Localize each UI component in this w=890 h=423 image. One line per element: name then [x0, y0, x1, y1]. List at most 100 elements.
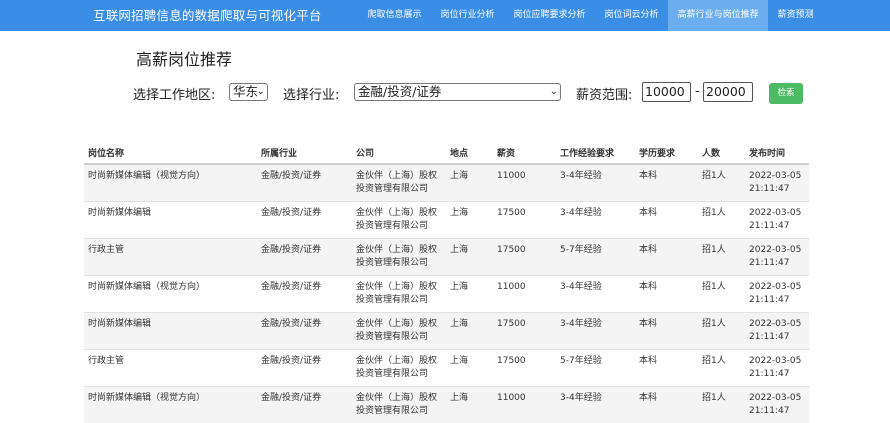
cell-education: 本科	[635, 385, 698, 423]
cell-industry: 金融/投资/证券	[257, 200, 352, 238]
cell-industry: 金融/投资/证券	[257, 385, 352, 423]
cell-publish-time: 2022-03-05 21:11:47	[745, 200, 809, 238]
cell-headcount: 招1人	[698, 311, 745, 349]
cell-publish-time: 2022-03-05 21:11:47	[745, 237, 809, 275]
salary-min-input[interactable]: 10000	[642, 82, 691, 102]
cell-headcount: 招1人	[698, 163, 745, 201]
cell-headcount: 招1人	[698, 385, 745, 423]
cell-location: 上海	[446, 274, 493, 312]
cell-salary: 11000	[493, 385, 556, 423]
cell-publish-time: 2022-03-05 21:11:47	[745, 163, 809, 201]
table-row: 时尚新媒体编辑（视觉方向） 金融/投资/证券 金伙伴（上海）股权投资管理有限公司…	[84, 385, 809, 423]
cell-headcount: 招1人	[698, 274, 745, 312]
header-headcount: 人数	[698, 142, 745, 165]
nav-item-high-salary[interactable]: 高薪行业与岗位推荐	[668, 0, 769, 31]
cell-location: 上海	[446, 385, 493, 423]
cell-job-title: 时尚新媒体编辑（视觉方向）	[84, 163, 257, 201]
cell-experience: 5-7年经验	[556, 348, 635, 386]
cell-experience: 3-4年经验	[556, 311, 635, 349]
cell-experience: 3-4年经验	[556, 274, 635, 312]
cell-location: 上海	[446, 348, 493, 386]
cell-company: 金伙伴（上海）股权投资管理有限公司	[352, 237, 446, 275]
table-row: 时尚新媒体编辑（视觉方向） 金融/投资/证券 金伙伴（上海）股权投资管理有限公司…	[84, 163, 809, 201]
header-experience: 工作经验要求	[556, 142, 635, 165]
table-row: 行政主管 金融/投资/证券 金伙伴（上海）股权投资管理有限公司 上海 17500…	[84, 237, 809, 275]
cell-publish-time: 2022-03-05 21:11:47	[745, 385, 809, 423]
industry-select[interactable]: 金融/投资/证券 ⌄	[354, 83, 561, 101]
table-header-row: 岗位名称 所属行业 公司 地点 薪资 工作经验要求 学历要求 人数 发布时间	[84, 142, 809, 165]
cell-education: 本科	[635, 237, 698, 275]
cell-experience: 3-4年经验	[556, 163, 635, 201]
cell-company: 金伙伴（上海）股权投资管理有限公司	[352, 163, 446, 201]
cell-job-title: 时尚新媒体编辑	[84, 311, 257, 349]
region-label: 选择工作地区:	[133, 88, 216, 103]
cell-publish-time: 2022-03-05 21:11:47	[745, 274, 809, 312]
nav-item-crawl-info[interactable]: 爬取信息展示	[358, 0, 431, 31]
cell-location: 上海	[446, 311, 493, 349]
header-salary: 薪资	[493, 142, 556, 165]
chevron-down-icon: ⌄	[256, 86, 265, 97]
cell-job-title: 时尚新媒体编辑	[84, 200, 257, 238]
nav-item-requirement-analysis[interactable]: 岗位应聘要求分析	[504, 0, 595, 31]
cell-location: 上海	[446, 237, 493, 275]
search-button[interactable]: 检索	[769, 83, 803, 104]
cell-salary: 17500	[493, 237, 556, 275]
cell-location: 上海	[446, 200, 493, 238]
cell-education: 本科	[635, 163, 698, 201]
cell-job-title: 行政主管	[84, 348, 257, 386]
cell-headcount: 招1人	[698, 348, 745, 386]
table-row: 行政主管 金融/投资/证券 金伙伴（上海）股权投资管理有限公司 上海 17500…	[84, 348, 809, 386]
nav-item-salary-prediction[interactable]: 薪资预测	[768, 0, 823, 31]
salary-range-label: 薪资范围:	[576, 88, 633, 103]
cell-job-title: 行政主管	[84, 237, 257, 275]
cell-industry: 金融/投资/证券	[257, 274, 352, 312]
cell-education: 本科	[635, 311, 698, 349]
industry-label: 选择行业:	[283, 88, 340, 103]
cell-industry: 金融/投资/证券	[257, 348, 352, 386]
cell-job-title: 时尚新媒体编辑（视觉方向）	[84, 385, 257, 423]
salary-max-input[interactable]: 20000	[703, 82, 753, 102]
header-industry: 所属行业	[257, 142, 352, 165]
region-select[interactable]: 华东 ⌄	[229, 83, 268, 101]
industry-select-value: 金融/投资/证券	[358, 84, 442, 99]
salary-range-separator: -	[695, 84, 700, 99]
cell-headcount: 招1人	[698, 200, 745, 238]
cell-experience: 3-4年经验	[556, 385, 635, 423]
cell-salary: 17500	[493, 348, 556, 386]
cell-industry: 金融/投资/证券	[257, 311, 352, 349]
cell-education: 本科	[635, 348, 698, 386]
table-row: 时尚新媒体编辑（视觉方向） 金融/投资/证券 金伙伴（上海）股权投资管理有限公司…	[84, 274, 809, 312]
cell-salary: 11000	[493, 274, 556, 312]
job-table: 岗位名称 所属行业 公司 地点 薪资 工作经验要求 学历要求 人数 发布时间 时…	[84, 142, 809, 423]
table-row: 时尚新媒体编辑 金融/投资/证券 金伙伴（上海）股权投资管理有限公司 上海 17…	[84, 311, 809, 349]
cell-publish-time: 2022-03-05 21:11:47	[745, 311, 809, 349]
table-row: 时尚新媒体编辑 金融/投资/证券 金伙伴（上海）股权投资管理有限公司 上海 17…	[84, 200, 809, 238]
cell-publish-time: 2022-03-05 21:11:47	[745, 348, 809, 386]
cell-company: 金伙伴（上海）股权投资管理有限公司	[352, 311, 446, 349]
chevron-down-icon: ⌄	[549, 86, 558, 97]
page-title: 高薪岗位推荐	[136, 50, 233, 69]
cell-experience: 3-4年经验	[556, 200, 635, 238]
header-publish-time: 发布时间	[745, 142, 809, 165]
cell-salary: 11000	[493, 163, 556, 201]
cell-salary: 17500	[493, 200, 556, 238]
nav-menu: 爬取信息展示 岗位行业分析 岗位应聘要求分析 岗位词云分析 高薪行业与岗位推荐 …	[358, 0, 823, 31]
cell-industry: 金融/投资/证券	[257, 163, 352, 201]
app-title: 互联网招聘信息的数据爬取与可视化平台	[93, 8, 322, 23]
header-job-title: 岗位名称	[84, 142, 257, 165]
cell-experience: 5-7年经验	[556, 237, 635, 275]
cell-industry: 金融/投资/证券	[257, 237, 352, 275]
cell-education: 本科	[635, 274, 698, 312]
cell-company: 金伙伴（上海）股权投资管理有限公司	[352, 385, 446, 423]
region-select-value: 华东	[233, 84, 259, 99]
cell-company: 金伙伴（上海）股权投资管理有限公司	[352, 348, 446, 386]
cell-education: 本科	[635, 200, 698, 238]
nav-item-industry-analysis[interactable]: 岗位行业分析	[431, 0, 504, 31]
header-location: 地点	[446, 142, 493, 165]
header-education: 学历要求	[635, 142, 698, 165]
nav-item-wordcloud[interactable]: 岗位词云分析	[595, 0, 668, 31]
filter-bar: 选择工作地区: 华东 ⌄ 选择行业: 金融/投资/证券 ⌄ 薪资范围: 1000…	[133, 82, 833, 104]
cell-headcount: 招1人	[698, 237, 745, 275]
cell-company: 金伙伴（上海）股权投资管理有限公司	[352, 200, 446, 238]
top-navbar: 互联网招聘信息的数据爬取与可视化平台 爬取信息展示 岗位行业分析 岗位应聘要求分…	[0, 0, 890, 31]
